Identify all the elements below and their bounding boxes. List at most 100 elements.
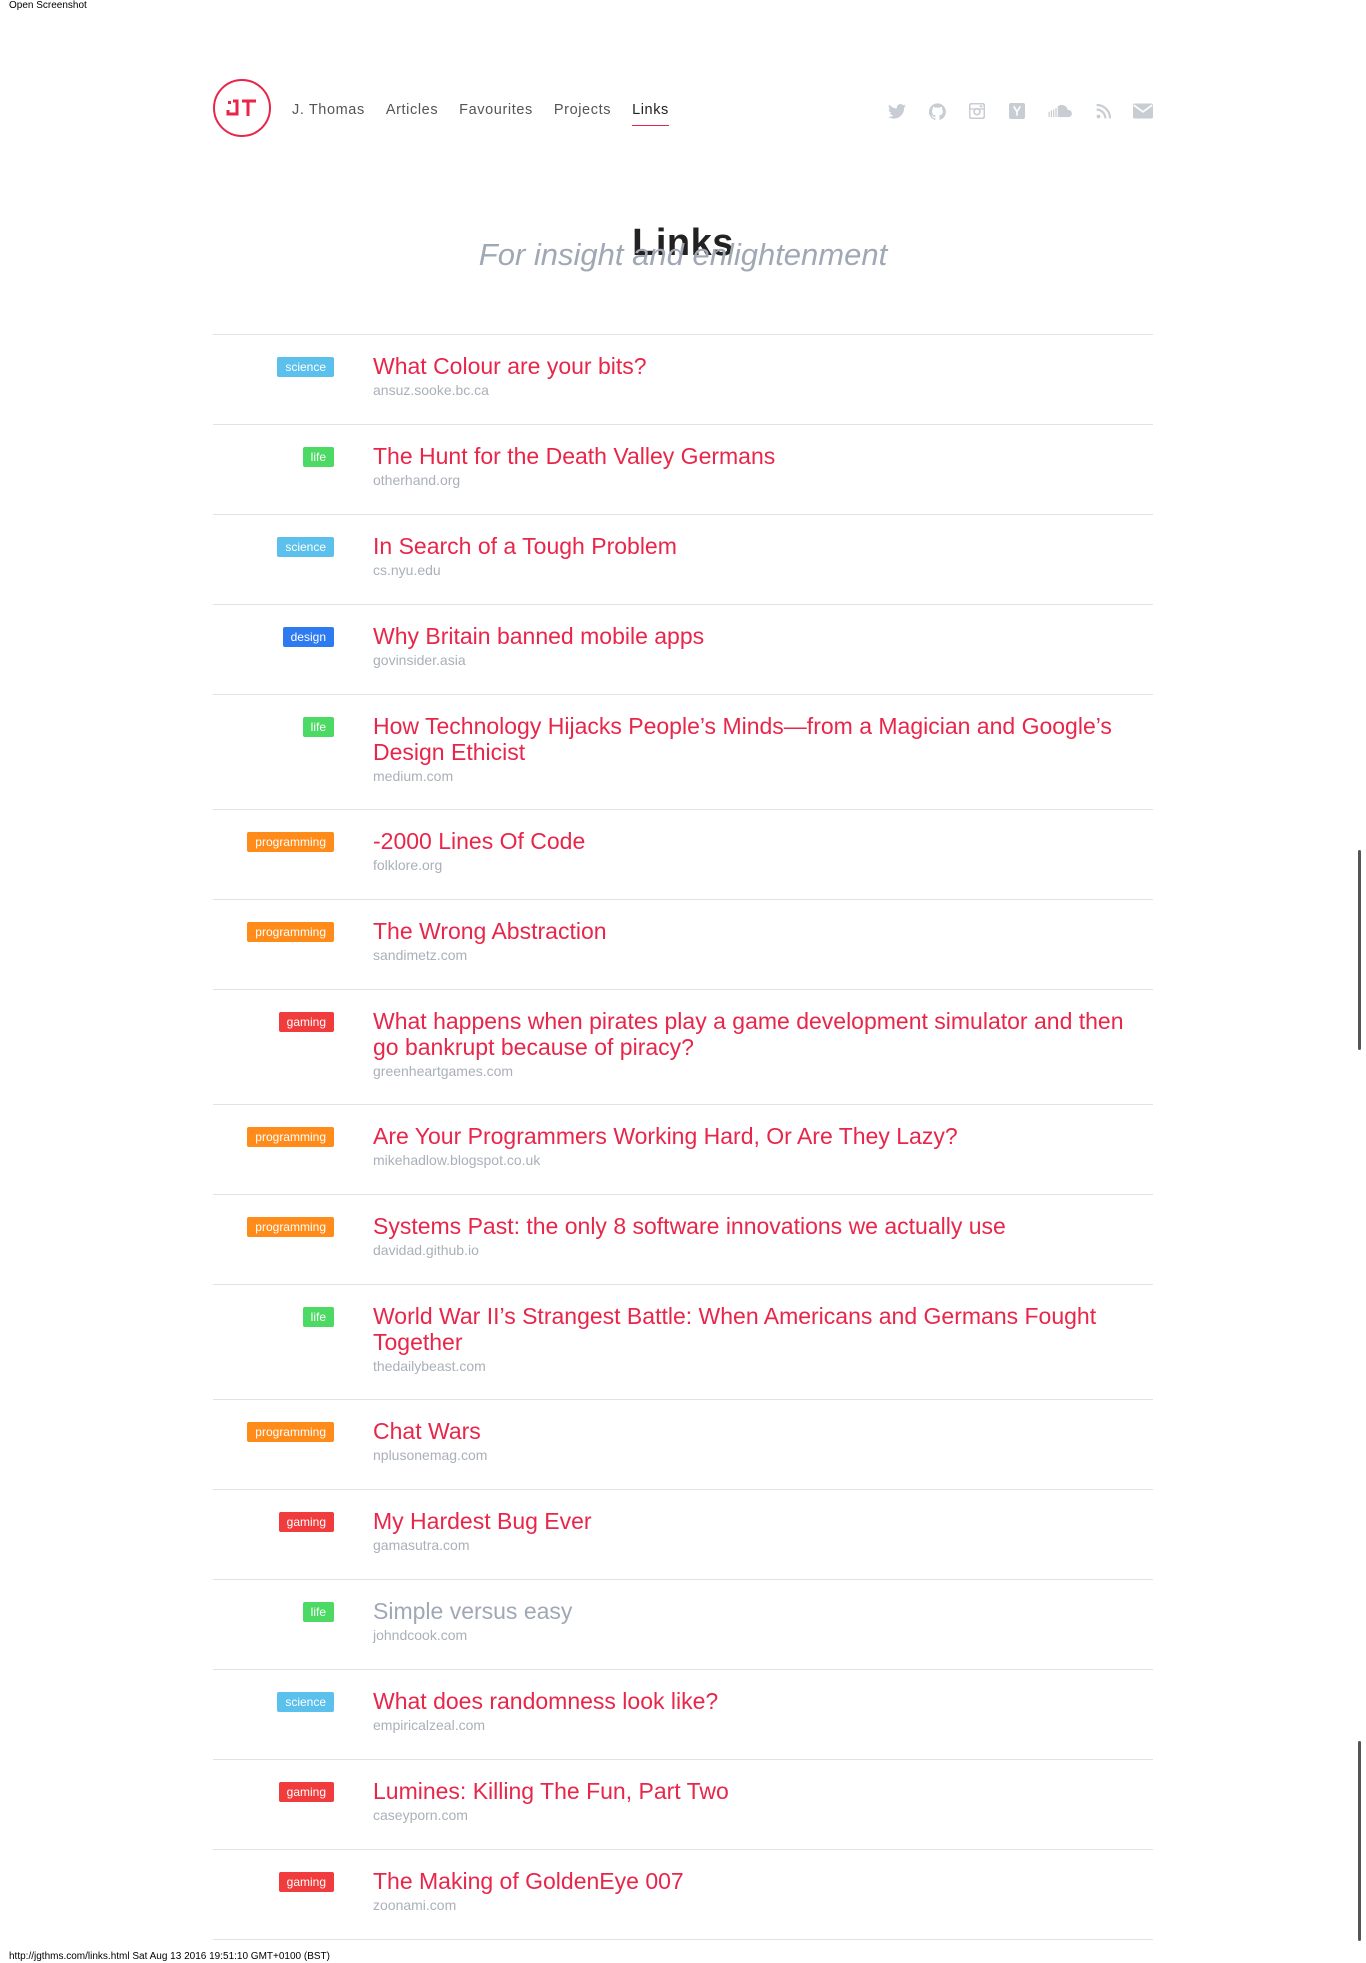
link-domain: zoonami.com — [373, 1897, 457, 1913]
link-title[interactable]: The Wrong Abstraction — [373, 918, 1133, 944]
link-row: design Why Britain banned mobile apps govi… — [213, 605, 1153, 695]
tag-badge[interactable]: life — [302, 447, 334, 467]
link-title[interactable]: How Technology Hijacks People’s Minds—fr… — [373, 713, 1133, 765]
tag-badge[interactable]: life — [302, 717, 334, 737]
link-body: The Making of GoldenEye 007 zoonami.com — [373, 1850, 1133, 1914]
print-footer: http://jgthms.com/links.html Sat Aug 13 … — [9, 1951, 330, 1962]
site-header: J. Thomas Articles Favourites Projects L… — [213, 79, 1153, 141]
link-title[interactable]: Chat Wars — [373, 1418, 1133, 1444]
link-title[interactable]: The Hunt for the Death Valley Germans — [373, 443, 1133, 469]
tag-badge[interactable]: programming — [247, 922, 334, 942]
link-row: programming Systems Past: the only 8 soft… — [213, 1195, 1153, 1285]
tag-badge[interactable]: programming — [247, 1127, 334, 1147]
link-title[interactable]: Why Britain banned mobile apps — [373, 623, 1133, 649]
link-body: Systems Past: the only 8 software innova… — [373, 1195, 1133, 1259]
link-body: The Wrong Abstraction sandimetz.com — [373, 900, 1133, 964]
tag-badge[interactable]: gaming — [278, 1872, 334, 1892]
scrollbar-thumb[interactable] — [1358, 850, 1361, 1050]
twitter-icon[interactable] — [887, 101, 907, 121]
main-nav: J. Thomas Articles Favourites Projects L… — [292, 101, 690, 126]
soundcloud-icon[interactable] — [1047, 101, 1073, 121]
link-row: life World War II’s Strangest Battle: Whe… — [213, 1285, 1153, 1400]
scrollbar-thumb-secondary[interactable] — [1358, 1741, 1361, 1941]
link-row: life How Technology Hijacks People’s Mind… — [213, 695, 1153, 810]
link-row: science What Colour are your bits? ansuz.s… — [213, 335, 1153, 425]
instagram-icon[interactable] — [967, 101, 987, 121]
link-body: Are Your Programmers Working Hard, Or Ar… — [373, 1105, 1133, 1169]
link-title[interactable]: -2000 Lines Of Code — [373, 828, 1133, 854]
link-row: gaming The Making of GoldenEye 007 zoonami… — [213, 1850, 1153, 1940]
nav-item-j-thomas[interactable]: J. Thomas — [292, 101, 365, 126]
nav-item-favourites[interactable]: Favourites — [459, 101, 533, 126]
tag-badge[interactable]: life — [302, 1307, 334, 1327]
tag-badge[interactable]: programming — [247, 1217, 334, 1237]
link-body: My Hardest Bug Ever gamasutra.com — [373, 1490, 1133, 1554]
link-body: Simple versus easy johndcook.com — [373, 1580, 1133, 1644]
link-title[interactable]: Simple versus easy — [373, 1598, 1133, 1624]
link-body: What Colour are your bits? ansuz.sooke.bc… — [373, 335, 1133, 399]
link-row: gaming My Hardest Bug Ever gamasutra.com — [213, 1490, 1153, 1580]
link-body: In Search of a Tough Problem cs.nyu.edu — [373, 515, 1133, 579]
link-title[interactable]: What happens when pirates play a game de… — [373, 1008, 1133, 1060]
link-body: The Hunt for the Death Valley Germans oth… — [373, 425, 1133, 489]
link-row: programming Chat Wars nplusonemag.com — [213, 1400, 1153, 1490]
nav-item-articles[interactable]: Articles — [386, 101, 438, 126]
rss-icon[interactable] — [1093, 101, 1113, 121]
tag-badge[interactable]: gaming — [278, 1512, 334, 1532]
link-domain: cs.nyu.edu — [373, 562, 441, 578]
link-domain: greenheartgames.com — [373, 1063, 514, 1079]
tag-badge[interactable]: life — [302, 1602, 334, 1622]
link-title[interactable]: What does randomness look like? — [373, 1688, 1133, 1714]
link-row: science In Search of a Tough Problem cs.ny… — [213, 515, 1153, 605]
nav-item-links[interactable]: Links — [632, 101, 669, 126]
email-icon[interactable] — [1133, 101, 1153, 121]
link-body: World War II’s Strangest Battle: When Am… — [373, 1285, 1133, 1375]
links-list: science What Colour are your bits? ansuz.s… — [213, 334, 1153, 1940]
link-domain: thedailybeast.com — [373, 1358, 486, 1374]
link-row: programming The Wrong Abstraction sandimet… — [213, 900, 1153, 990]
link-body: -2000 Lines Of Code folklore.org — [373, 810, 1133, 874]
link-domain: empiricalzeal.com — [373, 1717, 486, 1733]
link-title[interactable]: Are Your Programmers Working Hard, Or Ar… — [373, 1123, 1133, 1149]
link-body: Why Britain banned mobile apps govinsider… — [373, 605, 1133, 669]
logo[interactable] — [213, 79, 271, 137]
link-domain: otherhand.org — [373, 472, 461, 488]
tag-badge[interactable]: gaming — [278, 1782, 334, 1802]
link-domain: sandimetz.com — [373, 947, 468, 963]
link-domain: medium.com — [373, 768, 454, 784]
link-domain: davidad.github.io — [373, 1242, 479, 1258]
tag-badge[interactable]: science — [277, 1692, 334, 1712]
link-body: Lumines: Killing The Fun, Part Two caseyp… — [373, 1760, 1133, 1824]
social-links — [867, 101, 1153, 121]
link-title[interactable]: Lumines: Killing The Fun, Part Two — [373, 1778, 1133, 1804]
link-row: gaming Lumines: Killing The Fun, Part Two… — [213, 1760, 1153, 1850]
tag-badge[interactable]: science — [277, 537, 334, 557]
link-title[interactable]: In Search of a Tough Problem — [373, 533, 1133, 559]
link-title[interactable]: Systems Past: the only 8 software innova… — [373, 1213, 1133, 1239]
tag-badge[interactable]: programming — [247, 832, 334, 852]
link-title[interactable]: My Hardest Bug Ever — [373, 1508, 1133, 1534]
link-title[interactable]: World War II’s Strangest Battle: When Am… — [373, 1303, 1133, 1355]
hackernews-icon[interactable] — [1007, 101, 1027, 121]
github-icon[interactable] — [927, 101, 947, 121]
link-row: life The Hunt for the Death Valley German… — [213, 425, 1153, 515]
print-header: Open Screenshot — [9, 0, 87, 11]
link-title[interactable]: What Colour are your bits? — [373, 353, 1133, 379]
link-domain: johndcook.com — [373, 1627, 468, 1643]
link-domain: govinsider.asia — [373, 652, 466, 668]
link-domain: folklore.org — [373, 857, 443, 873]
link-title[interactable]: The Making of GoldenEye 007 — [373, 1868, 1133, 1894]
tag-badge[interactable]: science — [277, 357, 334, 377]
link-domain: mikehadlow.blogspot.co.uk — [373, 1152, 541, 1168]
link-body: How Technology Hijacks People’s Minds—fr… — [373, 695, 1133, 785]
link-domain: ansuz.sooke.bc.ca — [373, 382, 489, 398]
link-row: programming Are Your Programmers Working … — [213, 1105, 1153, 1195]
tag-badge[interactable]: programming — [247, 1422, 334, 1442]
tag-badge[interactable]: design — [282, 627, 334, 647]
nav-item-projects[interactable]: Projects — [554, 101, 611, 126]
tag-badge[interactable]: gaming — [278, 1012, 334, 1032]
link-body: What happens when pirates play a game de… — [373, 990, 1133, 1080]
link-row: programming -2000 Lines Of Code folklore.o… — [213, 810, 1153, 900]
link-body: What does randomness look like? empirical… — [373, 1670, 1133, 1734]
link-body: Chat Wars nplusonemag.com — [373, 1400, 1133, 1464]
